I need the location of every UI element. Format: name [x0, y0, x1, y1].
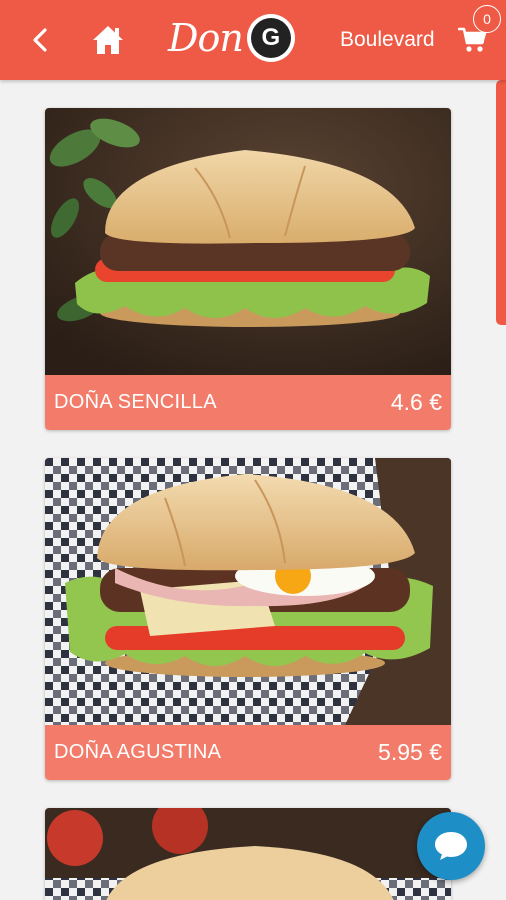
logo-text: Don [168, 16, 244, 60]
home-icon [93, 26, 123, 54]
product-price: 4.6 € [390, 389, 442, 415]
app-header: Don G Boulevard 0 [0, 0, 506, 80]
chevron-left-icon [33, 28, 47, 52]
product-card-partial[interactable] [45, 808, 451, 900]
product-card-dona-sencilla[interactable]: DOÑA SENCILLA 4.6 € [45, 108, 451, 430]
cart-count-badge: 0 [473, 5, 501, 33]
product-image [45, 108, 451, 375]
logo-badge: G [246, 14, 295, 62]
chat-button[interactable] [417, 812, 485, 880]
store-name[interactable]: Boulevard [340, 28, 435, 52]
logo-letter: G [250, 18, 291, 58]
product-image [45, 458, 451, 725]
product-footer: DOÑA AGUSTINA 5.95 € [45, 725, 451, 780]
back-button[interactable] [24, 24, 56, 56]
scrollbar[interactable] [496, 80, 506, 325]
home-button[interactable] [88, 20, 128, 60]
product-footer: DOÑA SENCILLA 4.6 € [45, 375, 451, 430]
app-screen: Don G Boulevard 0 DOÑA SENCILLA 4.6 € DO… [0, 0, 506, 900]
product-image [45, 808, 451, 900]
brand-logo[interactable]: Don G [168, 10, 308, 66]
chat-bubble-icon [435, 832, 467, 860]
product-name: DOÑA AGUSTINA [54, 741, 222, 763]
product-price: 5.95 € [378, 739, 442, 765]
product-name: DOÑA SENCILLA [54, 391, 217, 413]
product-card-dona-agustina[interactable]: DOÑA AGUSTINA 5.95 € [45, 458, 451, 780]
